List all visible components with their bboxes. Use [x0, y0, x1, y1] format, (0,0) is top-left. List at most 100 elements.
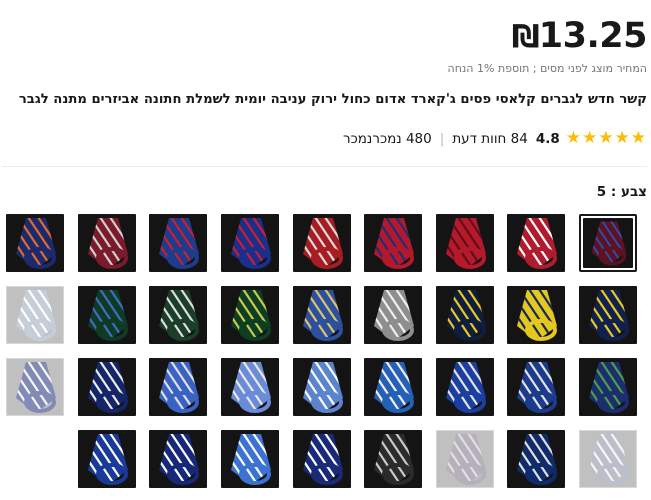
tie-icon [302, 290, 343, 341]
price: 13.25 ₪ [511, 16, 648, 56]
star-icon: ★ [565, 128, 581, 148]
tie-icon [159, 434, 200, 485]
rating-value: 4.8 [535, 130, 560, 147]
color-swatch[interactable] [364, 430, 423, 488]
tie-icon [231, 434, 271, 485]
color-swatch[interactable] [77, 430, 136, 488]
color-swatch[interactable] [507, 214, 566, 272]
color-swatch[interactable] [507, 358, 566, 416]
color-swatch[interactable] [149, 430, 208, 488]
tie-thumbnail [6, 214, 65, 272]
color-swatch[interactable] [221, 286, 279, 344]
color-swatch[interactable] [292, 286, 351, 344]
tie-thumbnail [579, 286, 637, 344]
color-swatch[interactable] [77, 358, 136, 416]
tie-icon [87, 290, 128, 341]
color-swatch[interactable] [364, 214, 423, 272]
rating-stars[interactable]: ★ ★ ★ ★ ★ [566, 130, 647, 147]
tie-icon [302, 362, 343, 413]
tie-thumbnail [435, 286, 494, 344]
tie-thumbnail [292, 358, 351, 416]
price-value: 13.25 [538, 16, 648, 56]
tie-thumbnail [364, 286, 423, 344]
tie-thumbnail [583, 218, 633, 268]
color-swatch[interactable] [221, 214, 279, 272]
tie-thumbnail [77, 430, 136, 488]
color-swatch[interactable] [364, 286, 423, 344]
color-swatch[interactable] [579, 214, 637, 272]
tie-thumbnail [364, 430, 423, 488]
color-swatch[interactable] [364, 358, 423, 416]
tie-icon [517, 218, 558, 269]
color-swatch[interactable] [435, 430, 494, 488]
tie-thumbnail [435, 214, 494, 272]
color-swatch[interactable] [292, 214, 351, 272]
tie-icon [445, 218, 486, 269]
color-swatch[interactable] [149, 214, 208, 272]
tie-thumbnail [579, 358, 637, 416]
tie-thumbnail [221, 214, 279, 272]
tie-icon [374, 434, 415, 485]
tie-icon [16, 290, 57, 341]
tie-icon [374, 218, 415, 269]
reviews-link[interactable]: 84 חוות דעת [452, 131, 528, 147]
color-swatch[interactable] [292, 358, 351, 416]
tie-thumbnail [6, 286, 65, 344]
product-title: קשר חדש לגברים קלאסי פסים ג'קארד אדום כח… [18, 92, 647, 107]
color-swatch[interactable] [77, 214, 136, 272]
color-swatch[interactable] [6, 358, 65, 416]
tie-thumbnail [507, 214, 566, 272]
tie-icon [87, 434, 128, 485]
tie-icon [159, 362, 200, 413]
color-swatch[interactable] [149, 286, 208, 344]
tie-icon [517, 434, 558, 485]
star-icon: ★ [614, 128, 630, 148]
separator: | [439, 130, 445, 147]
color-swatch[interactable] [435, 214, 494, 272]
color-swatch[interactable] [77, 286, 136, 344]
color-swatch[interactable] [435, 358, 494, 416]
tie-icon [16, 362, 57, 413]
tie-thumbnail [364, 214, 423, 272]
tie-thumbnail [292, 430, 351, 488]
star-icon: ★ [630, 128, 646, 148]
tie-thumbnail [221, 286, 279, 344]
color-label: צבע : 5 [596, 184, 647, 200]
tie-icon [445, 434, 486, 485]
star-icon: ★ [598, 128, 614, 148]
color-swatch[interactable] [6, 286, 65, 344]
tie-icon [302, 434, 343, 485]
color-swatch[interactable] [507, 430, 566, 488]
tie-thumbnail [77, 214, 136, 272]
tie-icon [231, 290, 271, 341]
tie-icon [159, 290, 200, 341]
color-swatch[interactable] [221, 358, 279, 416]
tie-icon [445, 362, 486, 413]
tie-icon [231, 218, 271, 269]
color-swatch[interactable] [579, 358, 637, 416]
color-swatch[interactable] [221, 430, 279, 488]
tie-thumbnail [149, 430, 208, 488]
tie-icon [87, 362, 128, 413]
tie-icon [374, 362, 415, 413]
color-swatch[interactable] [149, 358, 208, 416]
tie-thumbnail [221, 358, 279, 416]
tie-thumbnail [364, 358, 423, 416]
tie-icon [589, 290, 629, 341]
color-swatch[interactable] [579, 430, 637, 488]
color-swatch[interactable] [579, 286, 637, 344]
color-swatch[interactable] [292, 430, 351, 488]
price-currency: ₪ [511, 19, 540, 55]
tie-icon [591, 221, 627, 266]
divider [2, 166, 647, 167]
color-swatch[interactable] [507, 286, 566, 344]
tie-icon [517, 362, 558, 413]
tie-thumbnail [579, 430, 637, 488]
tie-thumbnail [292, 286, 351, 344]
star-icon: ★ [582, 128, 598, 148]
color-swatch[interactable] [435, 286, 494, 344]
color-swatch[interactable] [6, 214, 65, 272]
tie-icon [517, 290, 558, 341]
tie-thumbnail [221, 430, 279, 488]
tie-icon [589, 362, 629, 413]
